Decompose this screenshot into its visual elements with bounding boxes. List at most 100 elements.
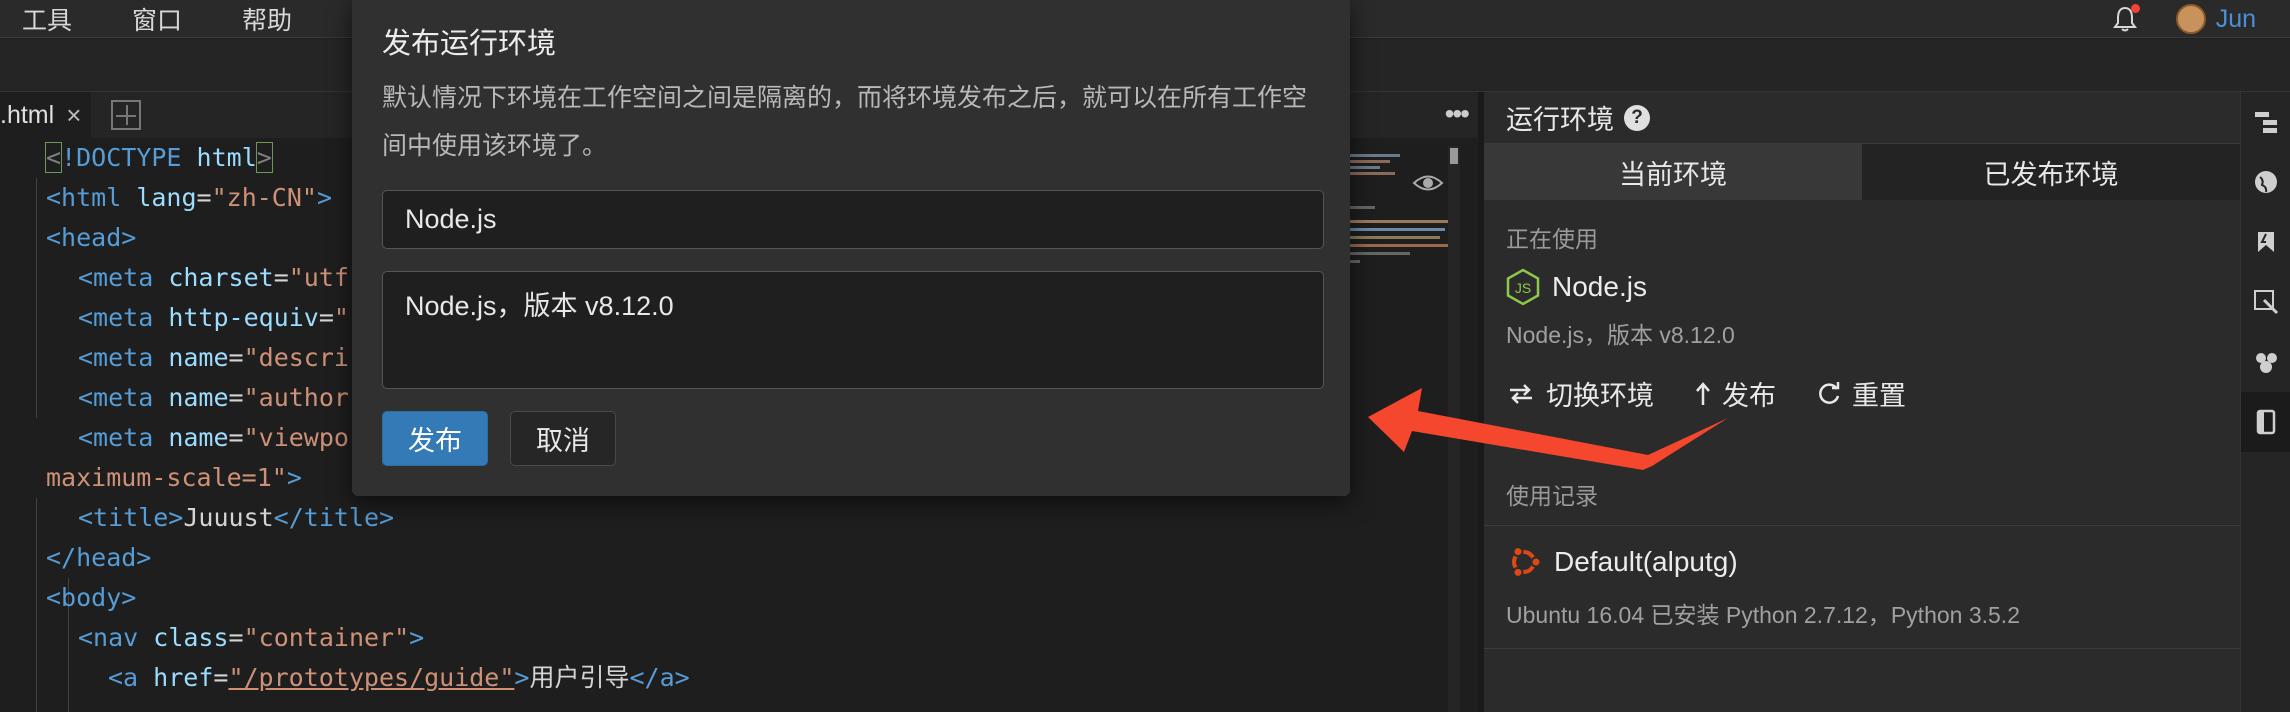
switch-icon <box>1510 383 1532 404</box>
user-name: Jun <box>2215 4 2256 33</box>
code-token: < <box>44 142 63 173</box>
code-token: = <box>228 343 244 372</box>
menubar-right: Jun <box>2110 0 2256 38</box>
minimap-line <box>1350 206 1375 209</box>
code-token: > <box>409 623 425 652</box>
code-line: <nav class="container"> <box>78 618 424 658</box>
code-token: " <box>333 303 349 332</box>
code-token: > <box>286 463 302 492</box>
code-token: = <box>228 383 244 412</box>
code-line: <meta http-equiv=" <box>78 298 349 338</box>
tab-close-icon[interactable]: × <box>66 100 81 131</box>
code-token: name <box>153 383 229 412</box>
code-line: <meta name="author <box>78 378 349 418</box>
code-token: !DOCTYPE <box>61 143 182 172</box>
help-icon[interactable]: ? <box>1624 104 1650 131</box>
minimap-line <box>1350 260 1360 263</box>
new-tab-icon[interactable] <box>111 100 142 130</box>
collaborators-icon[interactable] <box>2241 332 2290 392</box>
reset-env-button[interactable]: 重置 <box>1816 374 1906 413</box>
code-token: </title> <box>273 503 395 532</box>
code-token: Juuust <box>183 503 274 532</box>
code-token: <a <box>108 663 139 692</box>
menu-tools[interactable]: 工具 <box>22 1 72 37</box>
editor-tab-html[interactable]: .html × <box>0 92 92 138</box>
switch-env-button[interactable]: 切换环境 <box>1506 374 1654 413</box>
globe-icon[interactable] <box>2241 152 2290 212</box>
code-token: <title> <box>78 503 184 532</box>
publish-env-dialog: 发布运行环境 默认情况下环境在工作空间之间是隔离的，而将环境发布之后，就可以在所… <box>352 0 1350 496</box>
notification-bell-icon[interactable] <box>2110 4 2140 34</box>
cancel-button[interactable]: 取消 <box>510 411 616 466</box>
minimap[interactable] <box>1350 148 1450 268</box>
current-env-desc: Node.js，版本 v8.12.0 <box>1506 322 1735 348</box>
code-token: "zh-CN" <box>211 183 317 212</box>
minimap-line <box>1350 160 1390 163</box>
code-line: <meta name="viewpo <box>78 418 349 458</box>
preview-icon[interactable] <box>2241 272 2290 332</box>
code-token: <meta <box>78 303 154 332</box>
more-options-icon[interactable]: ••• <box>1445 98 1470 130</box>
code-line: <head> <box>46 218 136 258</box>
menu-help[interactable]: 帮助 <box>242 1 292 37</box>
code-token: <meta <box>78 383 154 412</box>
code-token: "container" <box>243 623 410 652</box>
in-use-label: 正在使用 <box>1506 226 1598 252</box>
editor-scrollbar[interactable] <box>1448 146 1460 712</box>
code-line: <meta charset="utf <box>78 258 349 298</box>
minimap-line <box>1350 244 1450 247</box>
code-token: <meta <box>78 343 154 372</box>
code-token: name <box>153 343 229 372</box>
upload-arrow-icon <box>1696 381 1710 405</box>
code-token: "author <box>243 383 349 412</box>
minimap-line <box>1350 154 1400 157</box>
bookmark-icon[interactable] <box>2241 212 2290 272</box>
ubuntu-icon <box>1512 546 1542 578</box>
code-token: = <box>196 183 212 212</box>
code-line: <html lang="zh-CN"> <box>46 178 332 218</box>
runtime-env-icon[interactable] <box>2241 392 2290 452</box>
notification-dot <box>2130 4 2140 13</box>
panel-title: 运行环境 <box>1506 105 1614 135</box>
history-env-desc: Ubuntu 16.04 已安装 Python 2.7.12，Python 3.… <box>1506 602 2020 628</box>
publish-env-button[interactable]: 发布 <box>1694 374 1776 413</box>
env-actions: 切换环境 发布 重置 <box>1484 374 2240 413</box>
scrollbar-thumb[interactable] <box>1450 148 1458 164</box>
tab-published-env[interactable]: 已发布环境 <box>1862 144 2240 200</box>
code-line: <meta name="descri <box>78 338 349 378</box>
minimap-line <box>1350 166 1380 169</box>
minimap-line <box>1350 236 1440 239</box>
current-env-name: Node.js <box>1552 271 1647 302</box>
code-line: <a href="/prototypes/guide">用户引导</a> <box>108 658 690 698</box>
file-tree-icon[interactable] <box>2241 92 2290 152</box>
code-token: > <box>514 663 530 692</box>
env-tabs: 当前环境 已发布环境 <box>1484 144 2240 200</box>
dialog-title: 发布运行环境 <box>382 28 557 60</box>
code-token: = <box>228 623 244 652</box>
code-token: charset <box>153 263 274 292</box>
user-menu[interactable]: Jun <box>2175 4 2256 34</box>
code-token: </head> <box>46 543 152 572</box>
reset-env-label: 重置 <box>1852 381 1906 411</box>
indent-guide <box>36 498 37 712</box>
env-description-textarea[interactable]: Node.js，版本 v8.12.0 <box>382 271 1324 389</box>
code-token: <html <box>46 183 122 212</box>
code-token: = <box>228 423 244 452</box>
history-item[interactable]: Default(alputg) Ubuntu 16.04 已安装 Python … <box>1484 526 2240 648</box>
code-token: > <box>316 183 333 212</box>
code-token: lang <box>121 183 197 212</box>
code-token: <body> <box>46 583 137 612</box>
code-token: > <box>255 142 273 173</box>
eye-icon[interactable] <box>1412 172 1444 194</box>
publish-button[interactable]: 发布 <box>382 411 488 466</box>
env-name-input[interactable] <box>382 190 1324 249</box>
tab-current-env[interactable]: 当前环境 <box>1484 144 1862 200</box>
minimap-line <box>1350 220 1450 223</box>
switch-env-label: 切换环境 <box>1546 381 1654 411</box>
code-token: maximum-scale=1" <box>46 463 287 492</box>
code-token: "viewpo <box>243 423 349 452</box>
code-line: <body> <box>46 578 136 618</box>
panel-header: 运行环境 ? <box>1484 92 2240 144</box>
code-token: "utf <box>288 263 349 292</box>
menu-window[interactable]: 窗口 <box>132 1 182 37</box>
